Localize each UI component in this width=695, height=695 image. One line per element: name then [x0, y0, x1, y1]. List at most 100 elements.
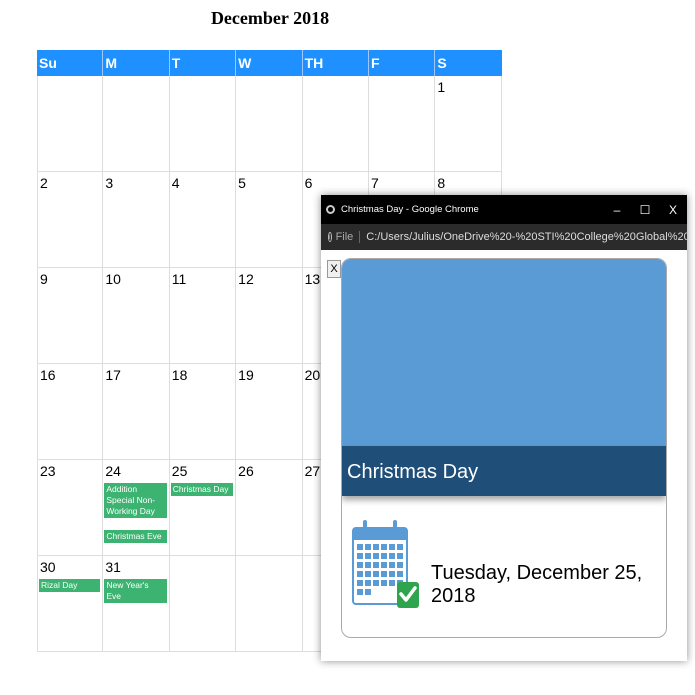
day-number: 23 — [40, 463, 56, 479]
icon-grid-cell — [357, 562, 363, 568]
day-cell[interactable]: 18 — [170, 364, 237, 459]
icon-grid-cell — [357, 553, 363, 559]
event-title: Christmas Day — [342, 446, 666, 496]
day-number: 24 — [105, 463, 121, 479]
icon-grid-cell — [365, 544, 371, 550]
close-popup-button[interactable]: X — [327, 260, 341, 278]
icon-grid-cell — [373, 571, 379, 577]
day-cell[interactable]: 9 — [37, 268, 104, 363]
day-number: 11 — [171, 271, 187, 287]
calendar-event[interactable]: Christmas Day — [170, 483, 234, 496]
calendar-event[interactable]: Addition Special Non-Working Day — [104, 483, 167, 518]
day-cell[interactable] — [170, 556, 237, 651]
day-cell[interactable] — [170, 76, 237, 171]
day-cell[interactable]: 19 — [236, 364, 303, 459]
calendar-event[interactable]: New Year's Eve — [104, 579, 167, 603]
day-cell[interactable] — [303, 76, 369, 171]
day-number: 1 — [437, 79, 446, 95]
url-text[interactable]: C:/Users/Julius/OneDrive%20-%20STI%20Col… — [366, 231, 687, 243]
weekday-0: Su — [37, 50, 104, 76]
day-number — [236, 76, 301, 97]
window-title: Christmas Day - Google Chrome — [341, 204, 479, 215]
weekday-4: TH — [303, 50, 369, 76]
icon-grid-cell — [373, 580, 379, 586]
icon-grid-cell — [373, 544, 379, 550]
weekday-header: Su M T W TH F S — [37, 50, 502, 76]
weekday-1: M — [103, 50, 170, 76]
icon-grid-cell — [397, 553, 403, 559]
day-cell[interactable]: 4 — [170, 172, 237, 267]
day-number: 10 — [105, 271, 121, 287]
icon-grid-cell — [365, 571, 371, 577]
maximize-button[interactable]: ☐ — [631, 203, 659, 217]
day-number — [103, 76, 168, 97]
day-number — [170, 556, 235, 577]
icon-grid-cell — [357, 544, 363, 550]
icon-grid-cell — [373, 553, 379, 559]
day-cell[interactable]: 2 — [37, 172, 104, 267]
icon-grid-cell — [365, 580, 371, 586]
day-number — [369, 76, 434, 97]
day-cell[interactable] — [236, 556, 303, 651]
day-number: 17 — [105, 367, 121, 383]
icon-grid-cell — [381, 553, 387, 559]
day-number: 6 — [304, 175, 313, 191]
icon-grid-cell — [381, 562, 387, 568]
day-cell[interactable]: 23 — [37, 460, 104, 555]
calendar-event[interactable]: Rizal Day — [39, 579, 101, 592]
day-cell[interactable] — [236, 76, 303, 171]
info-icon[interactable]: i — [328, 232, 332, 242]
day-cell[interactable]: 26 — [236, 460, 303, 555]
icon-grid-cell — [397, 562, 403, 568]
event-date: Tuesday, December 25, 2018 — [431, 562, 643, 607]
icon-grid-cell — [389, 544, 395, 550]
day-number — [38, 76, 102, 97]
weekday-2: T — [170, 50, 237, 76]
day-number — [170, 76, 235, 97]
icon-grid-cell — [389, 553, 395, 559]
day-cell[interactable]: 5 — [236, 172, 303, 267]
icon-grid-cell — [381, 580, 387, 586]
calendar-title: December 2018 — [210, 8, 330, 28]
icon-grid-cell — [381, 571, 387, 577]
icon-grid-cell — [373, 562, 379, 568]
day-cell[interactable]: 25 Christmas Day — [170, 460, 237, 555]
day-cell[interactable]: 11 — [170, 268, 237, 363]
close-window-button[interactable]: X — [659, 203, 687, 217]
card-body: Tuesday, December 25, 2018 — [342, 496, 666, 636]
address-bar[interactable]: i File C:/Users/Julius/OneDrive%20-%20ST… — [321, 224, 687, 250]
day-number: 9 — [40, 271, 48, 287]
weekday-3: W — [236, 50, 303, 76]
icon-grid-cell — [397, 544, 403, 550]
day-number: 2 — [40, 175, 48, 191]
day-cell[interactable] — [369, 76, 436, 171]
day-cell[interactable]: 3 — [103, 172, 170, 267]
day-cell[interactable] — [103, 76, 170, 171]
day-number — [236, 556, 301, 577]
icon-grid-cell — [365, 589, 371, 595]
card-hero — [342, 259, 666, 446]
event-popup-window: Christmas Day - Google Chrome – ☐ X i Fi… — [321, 195, 687, 661]
day-cell[interactable]: 16 — [37, 364, 104, 459]
day-cell[interactable]: 10 — [103, 268, 170, 363]
day-cell[interactable] — [37, 76, 104, 171]
icon-grid-cell — [389, 562, 395, 568]
day-cell[interactable]: 12 — [236, 268, 303, 363]
window-titlebar: Christmas Day - Google Chrome – ☐ X — [321, 195, 687, 224]
day-number: 31 — [105, 559, 121, 575]
day-number: 5 — [238, 175, 246, 191]
day-cell[interactable]: 1 — [435, 76, 502, 171]
icon-grid-cell — [389, 580, 395, 586]
icon-grid-cell — [357, 571, 363, 577]
day-number: 7 — [370, 175, 379, 191]
day-cell[interactable]: 30 Rizal Day — [37, 556, 104, 651]
icon-grid-cell — [357, 580, 363, 586]
day-number: 3 — [105, 175, 114, 191]
day-number: 26 — [238, 463, 254, 479]
chrome-icon — [326, 205, 335, 214]
day-cell[interactable]: 24 Addition Special Non-Working Day Christ… — [103, 460, 170, 555]
calendar-event[interactable]: Christmas Eve — [104, 530, 167, 543]
minimize-button[interactable]: – — [603, 203, 631, 217]
day-cell[interactable]: 31 New Year's Eve — [103, 556, 170, 651]
day-cell[interactable]: 17 — [103, 364, 170, 459]
